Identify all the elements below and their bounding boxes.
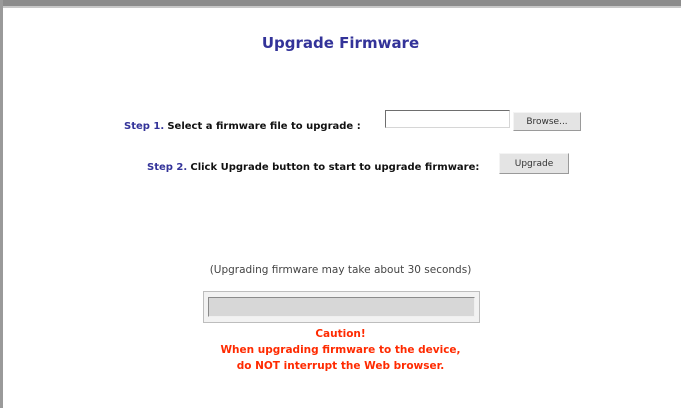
caution-line-2: do NOT interrupt the Web browser. [236, 360, 445, 372]
step1-row: Step 1. Select a firmware file to upgrad… [124, 121, 361, 132]
step2-label: Step 2. [147, 162, 188, 173]
firmware-file-input[interactable] [385, 110, 510, 128]
step1-instruction: Select a firmware file to upgrade : [167, 121, 361, 132]
caution-title: Caution! [315, 328, 366, 340]
step2-row: Step 2. Click Upgrade button to start to… [147, 162, 479, 173]
browse-button[interactable]: Browse... [513, 112, 581, 131]
step2-instruction: Click Upgrade button to start to upgrade… [190, 162, 480, 173]
upgrade-duration-note: (Upgrading firmware may take about 30 se… [209, 264, 472, 276]
step1-label: Step 1. [124, 121, 165, 132]
top-frame-inner-border [0, 6, 681, 8]
upgrade-progress-bar [203, 291, 480, 323]
page-title: Upgrade Firmware [261, 34, 420, 52]
caution-line-1: When upgrading firmware to the device, [220, 344, 461, 356]
upgrade-progress-track [208, 297, 475, 317]
upgrade-button[interactable]: Upgrade [499, 153, 569, 174]
